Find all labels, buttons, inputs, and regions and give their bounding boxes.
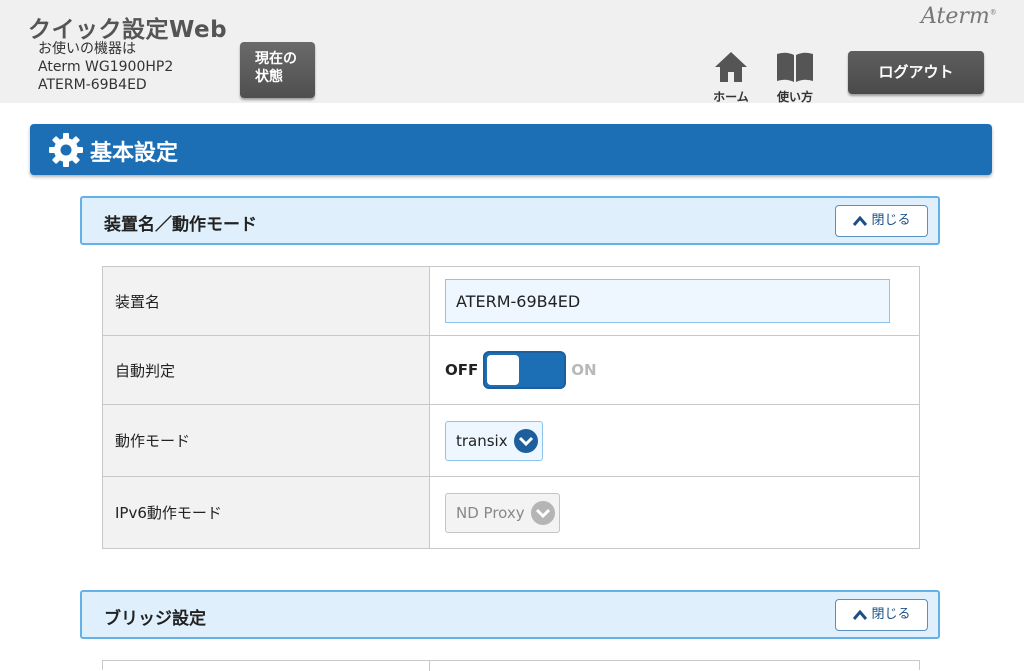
- auto-detect-toggle-group: OFF ON: [445, 351, 919, 389]
- home-icon: [715, 52, 747, 82]
- settings-table: 装置名 自動判定 OFF ON 動作モード transix: [102, 266, 920, 549]
- row-value: ND Proxy: [429, 476, 920, 549]
- help-button[interactable]: 使い方: [771, 50, 819, 104]
- toggle-knob: [487, 355, 520, 385]
- row-label-auto-detect: 自動判定: [102, 335, 430, 405]
- panel-close-button[interactable]: 閉じる: [835, 599, 928, 631]
- logout-button[interactable]: ログアウト: [848, 51, 984, 94]
- current-status-button[interactable]: 現在の 状態: [240, 42, 315, 98]
- ipv6-mode-value: ND Proxy: [456, 503, 525, 522]
- home-button[interactable]: ホーム: [707, 50, 755, 104]
- status-button-line2: 状態: [255, 69, 283, 85]
- table-row: IPv6動作モード ND Proxy: [102, 476, 920, 549]
- device-model: Aterm WG1900HP2: [38, 59, 174, 75]
- close-label: 閉じる: [871, 607, 911, 622]
- home-label: ホーム: [713, 90, 749, 104]
- toggle-on-label: ON: [571, 361, 597, 379]
- row-value: transix: [429, 404, 920, 477]
- device-name: ATERM-69B4ED: [38, 77, 147, 93]
- chevron-down-icon: [513, 428, 538, 453]
- row-value: [429, 266, 920, 336]
- panel-title: 装置名／動作モード: [104, 215, 257, 235]
- close-label: 閉じる: [871, 213, 911, 228]
- device-label: お使いの機器は: [38, 41, 136, 57]
- auto-detect-toggle[interactable]: [483, 351, 567, 389]
- toggle-off-label: OFF: [445, 361, 479, 379]
- table-row: 装置名: [102, 266, 920, 336]
- app-title: クイック設定Web: [28, 17, 228, 43]
- device-info: お使いの機器は Aterm WG1900HP2 ATERM-69B4ED: [38, 40, 173, 94]
- section-title: 基本設定: [90, 141, 179, 166]
- table-row: 動作モード transix: [102, 404, 920, 477]
- operation-mode-value: transix: [456, 431, 508, 450]
- panel-title: ブリッジ設定: [104, 609, 206, 629]
- operation-mode-select[interactable]: transix: [445, 420, 543, 461]
- panel-header-bridge: ブリッジ設定 閉じる: [80, 590, 940, 639]
- chevron-up-icon: [853, 609, 868, 620]
- ipv6-mode-select: ND Proxy: [445, 492, 560, 533]
- panel-close-button[interactable]: 閉じる: [835, 205, 928, 237]
- top-header: クイック設定Web お使いの機器は Aterm WG1900HP2 ATERM-…: [0, 0, 1024, 104]
- device-name-input[interactable]: [445, 279, 890, 323]
- section-banner: 基本設定: [30, 124, 992, 175]
- book-icon: [777, 52, 813, 82]
- bridge-table-top: [102, 660, 920, 671]
- row-value: OFF ON: [429, 335, 920, 405]
- gear-icon: [49, 133, 83, 167]
- row-label-device-name: 装置名: [102, 266, 430, 336]
- brand-text: Aterm: [921, 4, 990, 29]
- row-label-operation-mode: 動作モード: [102, 404, 430, 477]
- status-button-line1: 現在の: [255, 51, 297, 67]
- row-label-ipv6-mode: IPv6動作モード: [102, 476, 430, 549]
- chevron-down-icon: [530, 500, 555, 525]
- brand-logo: Aterm®: [921, 4, 997, 29]
- chevron-up-icon: [853, 215, 868, 226]
- table-row: 自動判定 OFF ON: [102, 335, 920, 405]
- help-label: 使い方: [776, 90, 813, 104]
- panel-header-device-mode: 装置名／動作モード 閉じる: [80, 196, 940, 245]
